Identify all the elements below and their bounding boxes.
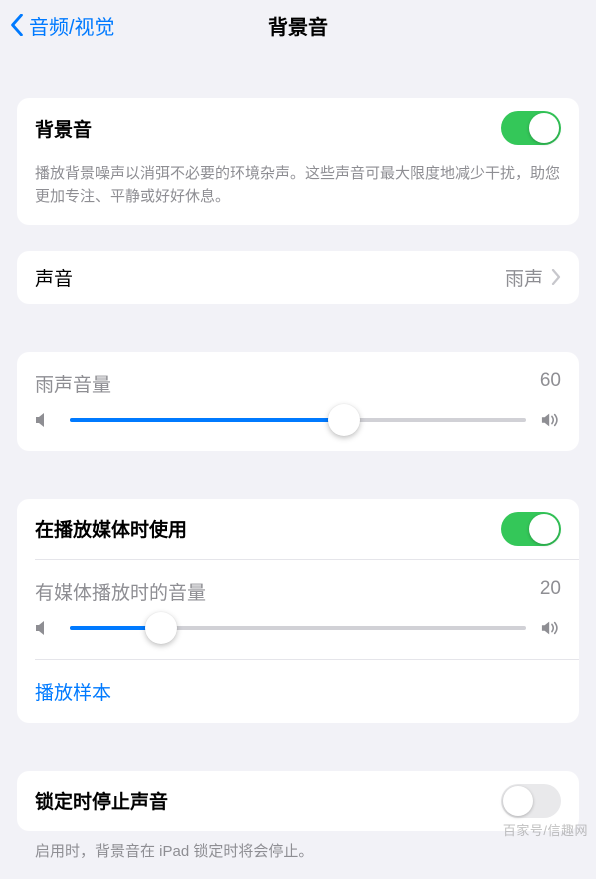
chevron-left-icon — [10, 14, 24, 36]
stop-when-locked-desc: 启用时，背景音在 iPad 锁定时将会停止。 — [17, 831, 579, 879]
background-sounds-desc: 播放背景噪声以消弭不必要的环境杂声。这些声音可最大限度地减少干扰，助您更加专注、… — [17, 158, 579, 225]
lock-card: 锁定时停止声音 — [17, 771, 579, 831]
stop-when-locked-row: 锁定时停止声音 — [17, 771, 579, 831]
stop-when-locked-toggle[interactable] — [501, 784, 561, 818]
chevron-right-icon — [551, 269, 561, 285]
volume-label: 雨声音量 — [35, 370, 111, 397]
volume-slider[interactable] — [70, 418, 526, 422]
background-sounds-label: 背景音 — [35, 115, 92, 142]
use-with-media-label: 在播放媒体时使用 — [35, 515, 187, 542]
background-sounds-card: 背景音 播放背景噪声以消弭不必要的环境杂声。这些声音可最大限度地减少干扰，助您更… — [17, 98, 579, 225]
sound-select-row[interactable]: 声音 雨声 — [17, 251, 579, 304]
sound-card: 声音 雨声 — [17, 251, 579, 304]
volume-low-icon — [35, 620, 55, 636]
volume-card: 雨声音量 60 — [17, 352, 579, 451]
back-button[interactable]: 音频/视觉 — [10, 11, 115, 40]
media-volume-value: 20 — [540, 578, 561, 605]
back-label: 音频/视觉 — [29, 11, 115, 40]
nav-bar: 音频/视觉 背景音 — [0, 0, 596, 50]
media-volume-slider[interactable] — [70, 626, 526, 630]
volume-value: 60 — [540, 370, 561, 397]
background-sounds-toggle[interactable] — [501, 111, 561, 145]
use-with-media-row: 在播放媒体时使用 — [17, 499, 579, 559]
play-sample-button[interactable]: 播放样本 — [17, 660, 579, 723]
background-sounds-row: 背景音 — [17, 98, 579, 158]
sound-label: 声音 — [35, 264, 73, 291]
volume-high-icon — [541, 411, 561, 429]
stop-when-locked-label: 锁定时停止声音 — [35, 787, 168, 814]
media-card: 在播放媒体时使用 有媒体播放时的音量 20 播放样本 — [17, 499, 579, 723]
sound-value: 雨声 — [505, 264, 543, 291]
volume-high-icon — [541, 619, 561, 637]
volume-low-icon — [35, 412, 55, 428]
watermark: 百家号/信趣网 — [503, 820, 588, 839]
media-volume-label: 有媒体播放时的音量 — [35, 578, 206, 605]
use-with-media-toggle[interactable] — [501, 512, 561, 546]
